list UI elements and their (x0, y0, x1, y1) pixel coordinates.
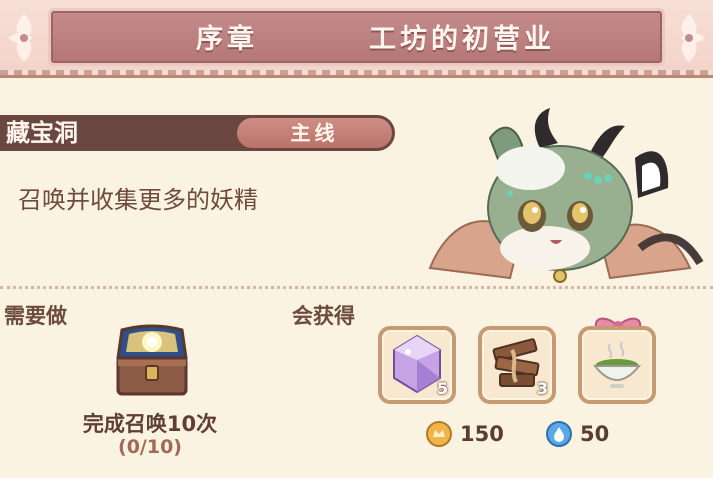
quest-description: 召唤并收集更多的妖精 (18, 186, 258, 214)
chapter-label: 序章 (196, 24, 258, 55)
chapter-banner: 序章 工坊的初营业 (0, 0, 713, 78)
section-divider (0, 286, 713, 289)
water-amount: 50 (580, 422, 610, 446)
task-progress: (0/10) (118, 436, 182, 458)
floral-ornament-icon (681, 14, 705, 62)
green-tea-bowl-icon (592, 341, 642, 388)
treasure-chest-icon (116, 324, 188, 396)
gold-coin-icon (426, 421, 452, 447)
reward-item-tea[interactable] (578, 326, 656, 404)
reward-count: 3 (536, 379, 548, 398)
currency-coin: 150 (426, 421, 504, 447)
banner-trim (0, 70, 713, 75)
fairy-character-icon (428, 108, 704, 283)
reward-item-crystal[interactable]: 5 (378, 326, 456, 404)
currency-water: 50 (546, 421, 609, 447)
chapter-title: 工坊的初营业 (369, 24, 555, 55)
coin-amount: 150 (460, 422, 504, 446)
banner-plate: 序章 工坊的初营业 (48, 8, 665, 66)
task-description: 完成召唤10次 (82, 412, 218, 436)
water-drop-icon (546, 421, 572, 447)
requirement-label: 需要做 (4, 304, 67, 328)
reward-label: 会获得 (292, 304, 355, 328)
quest-title-bar: 藏宝洞 主线 (0, 115, 395, 151)
reward-item-wood[interactable]: 3 (478, 326, 556, 404)
floral-ornament-icon (8, 14, 32, 62)
reward-count: 5 (436, 379, 448, 398)
quest-type-badge: 主线 (237, 118, 392, 148)
quest-name: 藏宝洞 (6, 119, 78, 147)
